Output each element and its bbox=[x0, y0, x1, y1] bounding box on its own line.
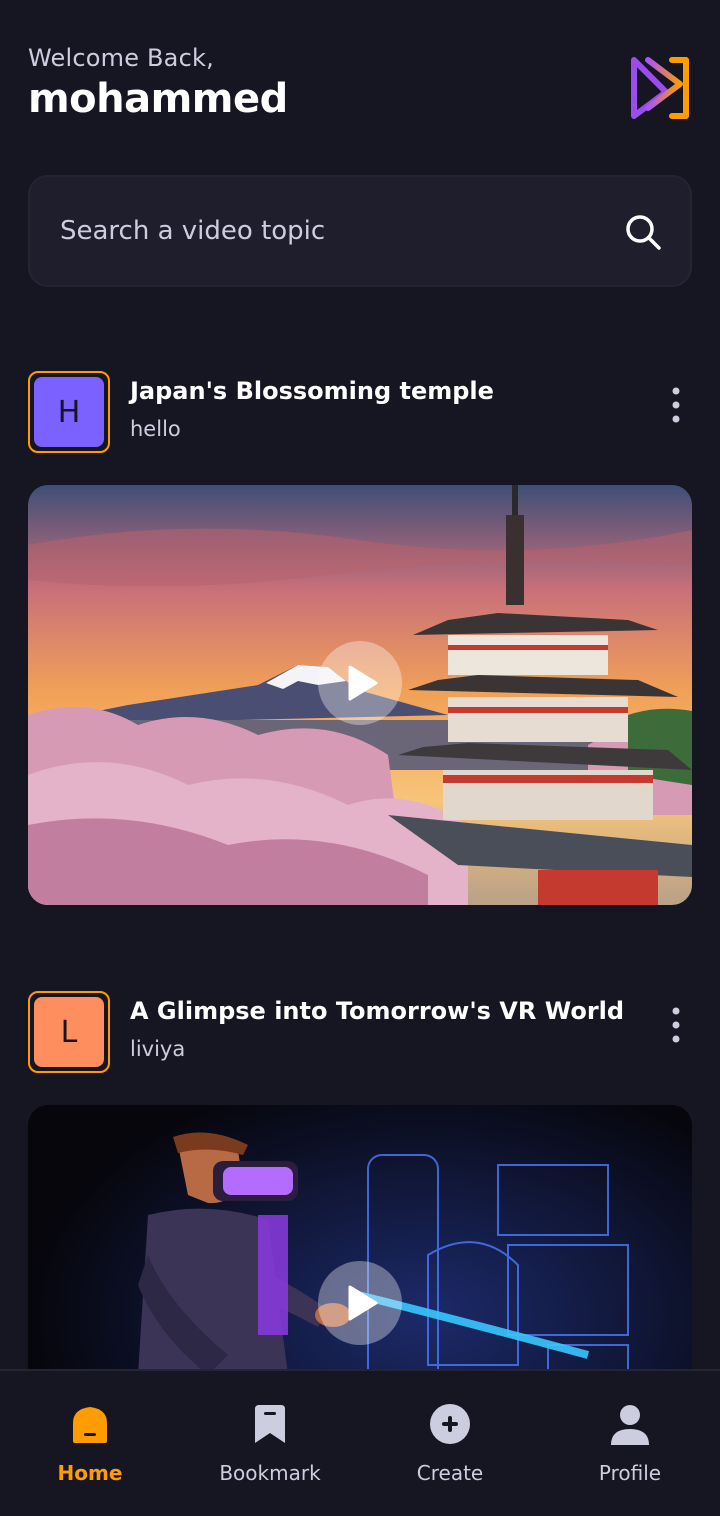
bookmark-icon bbox=[255, 1405, 285, 1443]
play-button[interactable] bbox=[318, 641, 402, 725]
video-author: hello bbox=[130, 417, 181, 441]
search-icon[interactable] bbox=[624, 213, 662, 251]
tab-label: Bookmark bbox=[219, 1461, 321, 1485]
home-icon bbox=[73, 1407, 107, 1443]
app-logo-icon bbox=[631, 57, 689, 119]
tab-bookmark[interactable]: Bookmark bbox=[180, 1371, 360, 1516]
video-title[interactable]: Japan's Blossoming temple bbox=[130, 377, 494, 405]
play-icon bbox=[348, 665, 378, 701]
plus-circle-icon bbox=[430, 1404, 470, 1444]
avatar-initial: L bbox=[34, 997, 104, 1067]
video-author: liviya bbox=[130, 1037, 186, 1061]
tab-home[interactable]: Home bbox=[0, 1371, 180, 1516]
video-card-header: L A Glimpse into Tomorrow's VR World liv… bbox=[28, 991, 692, 1073]
search-input[interactable] bbox=[60, 177, 600, 285]
play-button[interactable] bbox=[318, 1261, 402, 1345]
more-options-icon[interactable] bbox=[666, 1005, 686, 1045]
tab-profile[interactable]: Profile bbox=[540, 1371, 720, 1516]
tab-label: Home bbox=[57, 1461, 123, 1485]
tab-label: Create bbox=[416, 1461, 484, 1485]
search-bar bbox=[28, 175, 692, 287]
welcome-text: Welcome Back, bbox=[28, 44, 214, 72]
bottom-tab-bar: Home Bookmark Create Profile bbox=[0, 1369, 720, 1516]
avatar[interactable]: L bbox=[28, 991, 110, 1073]
profile-icon bbox=[611, 1405, 649, 1445]
video-card-header: H Japan's Blossoming temple hello bbox=[28, 371, 692, 453]
video-thumbnail[interactable] bbox=[28, 485, 692, 905]
more-options-icon[interactable] bbox=[666, 385, 686, 425]
avatar-initial: H bbox=[34, 377, 104, 447]
username: mohammed bbox=[28, 76, 288, 122]
header: Welcome Back, mohammed bbox=[28, 44, 692, 134]
tab-create[interactable]: Create bbox=[360, 1371, 540, 1516]
play-icon bbox=[348, 1285, 378, 1321]
video-title[interactable]: A Glimpse into Tomorrow's VR World bbox=[130, 997, 624, 1025]
tab-label: Profile bbox=[598, 1461, 662, 1485]
avatar[interactable]: H bbox=[28, 371, 110, 453]
video-card: H Japan's Blossoming temple hello bbox=[28, 371, 692, 905]
